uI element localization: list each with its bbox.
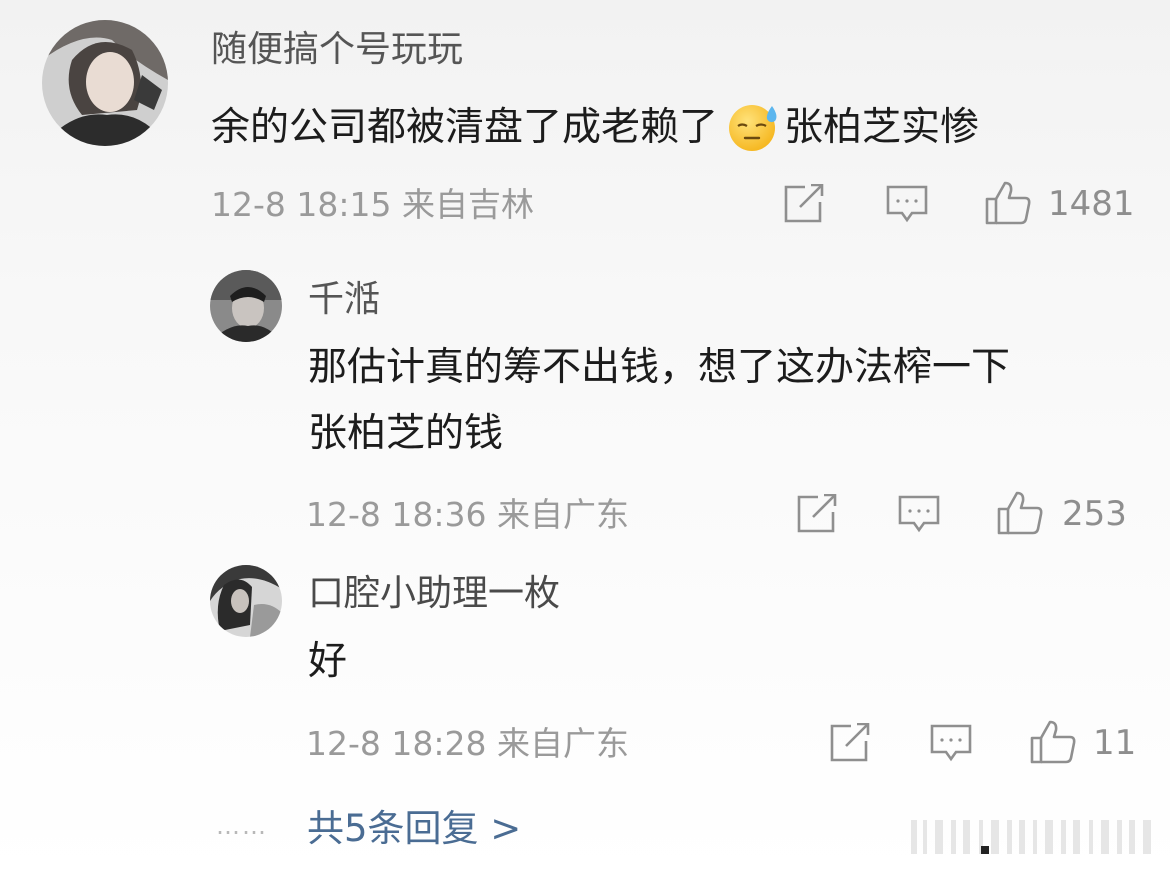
comment-text-part-1: 余的公司都被清盘了成老赖了 xyxy=(211,104,719,150)
comment-text-part-2: 张柏芝实惨 xyxy=(784,104,980,150)
avatar[interactable] xyxy=(210,565,282,637)
comment-icon[interactable] xyxy=(897,494,941,534)
share-icon[interactable] xyxy=(829,723,871,763)
like-count: 1481 xyxy=(1048,184,1135,224)
reply-meta: 12-8 18:36 来自广东 xyxy=(306,495,629,534)
sweat-smile-emoji-icon xyxy=(726,100,780,154)
reply-text-line: 张柏芝的钱 xyxy=(308,411,504,456)
like-icon[interactable] xyxy=(996,490,1044,536)
username[interactable]: 口腔小助理一枚 xyxy=(308,576,560,612)
ellipsis-dots: …… xyxy=(216,812,268,840)
comment-text: 余的公司都被清盘了成老赖了 张柏芝实惨 xyxy=(211,100,979,154)
username[interactable]: 千湉 xyxy=(308,282,380,318)
like-count: 253 xyxy=(1062,494,1127,534)
like-icon[interactable] xyxy=(1029,719,1077,765)
reply-text-line: 好 xyxy=(308,639,348,684)
share-icon[interactable] xyxy=(783,184,825,224)
like-icon[interactable] xyxy=(984,180,1032,226)
comment-icon[interactable] xyxy=(885,184,929,224)
comment-meta: 12-8 18:15 来自吉林 xyxy=(211,185,534,224)
username[interactable]: 随便搞个号玩玩 xyxy=(211,32,463,68)
share-icon[interactable] xyxy=(796,494,838,534)
reply-text-line: 那估计真的筹不出钱，想了这办法榨一下 xyxy=(308,345,1011,390)
comment-icon[interactable] xyxy=(929,723,973,763)
avatar[interactable] xyxy=(42,20,168,146)
reply-meta: 12-8 18:28 来自广东 xyxy=(306,724,629,763)
watermark xyxy=(905,816,1160,856)
like-count: 11 xyxy=(1093,723,1137,763)
avatar[interactable] xyxy=(210,270,282,342)
more-replies-link[interactable]: 共5条回复 > xyxy=(307,810,521,847)
